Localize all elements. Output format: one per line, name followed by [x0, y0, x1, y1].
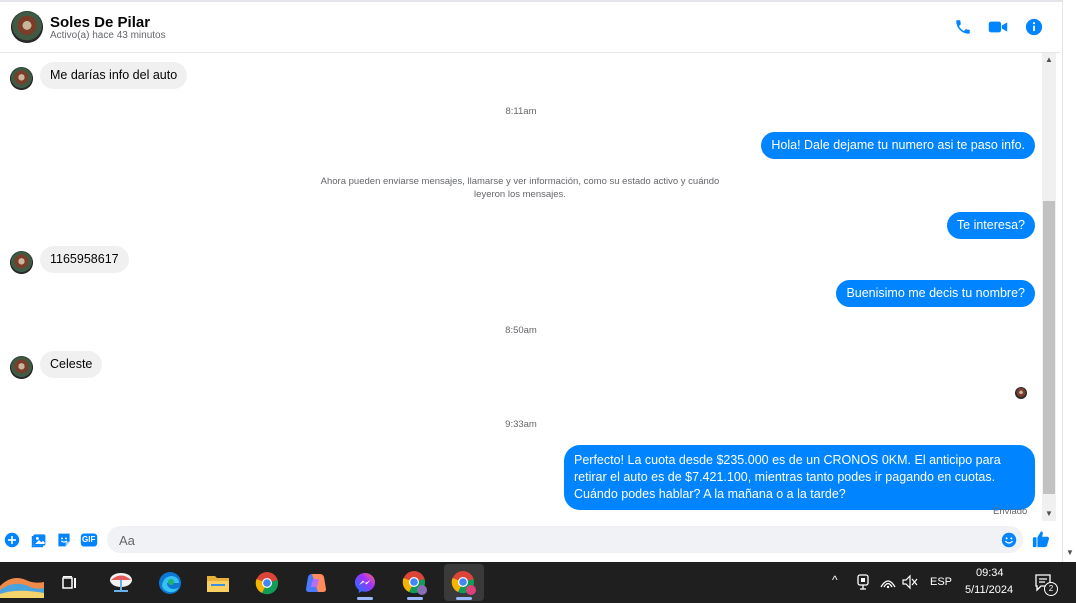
message-timestamp: 9:33am [505, 419, 537, 430]
message-thread: Me darías info del auto 8:11am Hola! Dal… [0, 53, 1042, 521]
task-view-icon[interactable] [50, 564, 90, 601]
chrome-icon[interactable] [247, 564, 287, 601]
message-timestamp: 8:11am [505, 106, 537, 117]
thread-scrollbar[interactable]: ▲ ▼ [1042, 53, 1056, 521]
clock-time[interactable]: 09:34 [976, 567, 1004, 579]
chrome-profile-c-icon[interactable] [444, 564, 484, 601]
meet-now-icon[interactable] [856, 574, 870, 595]
message-input[interactable] [117, 526, 981, 555]
message-incoming[interactable]: 1165958617 [40, 246, 129, 273]
clock-date[interactable]: 5/11/2024 [965, 584, 1013, 596]
notification-count: 2 [1044, 582, 1058, 596]
chevron-up-icon[interactable]: ^ [832, 573, 838, 587]
image-icon[interactable] [30, 531, 48, 549]
message-outgoing[interactable]: Hola! Dale dejame tu numero asi te paso … [761, 132, 1035, 159]
read-receipt-avatar [1015, 387, 1027, 399]
language-indicator[interactable]: ESP [930, 576, 952, 588]
volume-muted-icon[interactable] [902, 574, 918, 595]
message-incoming[interactable]: Celeste [40, 351, 103, 378]
messenger-icon[interactable] [345, 564, 385, 601]
conversation-header: Soles De Pilar Activo(a) hace 43 minutos [0, 2, 1060, 53]
message-outgoing[interactable]: Buenisimo me decis tu nombre? [836, 280, 1035, 307]
message-outgoing[interactable]: Te interesa? [946, 212, 1035, 239]
sender-avatar[interactable] [10, 356, 33, 379]
system-notice: Ahora pueden enviarse mensajes, llamarse… [320, 176, 720, 200]
contact-name[interactable]: Soles De Pilar [50, 14, 150, 31]
message-timestamp: 8:50am [505, 325, 537, 336]
message-input-wrapper [107, 526, 1023, 555]
contact-avatar[interactable] [11, 11, 43, 43]
plus-circle-icon[interactable] [3, 531, 21, 549]
message-composer: GIF [0, 521, 1060, 562]
message-outgoing[interactable]: Perfecto! La cuota desde $235.000 es de … [564, 445, 1035, 510]
scrollbar-thumb[interactable] [1043, 201, 1055, 494]
notification-icon[interactable]: 2 [1034, 573, 1058, 598]
sender-avatar[interactable] [10, 67, 33, 90]
contact-status: Activo(a) hace 43 minutos [50, 30, 166, 41]
windows-taskbar: ^ ESP 09:34 5/11/2024 2 [0, 562, 1076, 603]
thumbs-up-icon[interactable] [1031, 529, 1051, 549]
video-camera-icon[interactable] [987, 16, 1009, 38]
sticker-icon[interactable] [55, 531, 73, 549]
window-scroll-down-icon[interactable]: ▼ [1063, 546, 1076, 560]
chrome-profile-icon[interactable] [395, 564, 435, 601]
scroll-up-arrow-icon[interactable]: ▲ [1042, 53, 1056, 67]
gif-label: GIF [82, 535, 96, 544]
file-explorer-icon[interactable] [198, 564, 238, 601]
scroll-down-arrow-icon[interactable]: ▼ [1042, 507, 1056, 521]
gif-icon[interactable]: GIF [80, 531, 98, 549]
copilot-icon[interactable] [296, 564, 336, 601]
info-icon[interactable] [1023, 16, 1045, 38]
edge-icon[interactable] [150, 564, 190, 601]
message-incoming[interactable]: Me darías info del auto [40, 62, 188, 89]
wifi-icon[interactable] [880, 574, 896, 595]
emoji-icon[interactable] [1000, 531, 1018, 549]
window-scrollbar[interactable]: ▼ [1062, 0, 1076, 562]
app-icon[interactable] [101, 564, 141, 601]
phone-icon[interactable] [952, 16, 974, 38]
widgets-icon[interactable] [0, 564, 44, 601]
sender-avatar[interactable] [10, 251, 33, 274]
sent-status: Enviado [993, 506, 1028, 517]
